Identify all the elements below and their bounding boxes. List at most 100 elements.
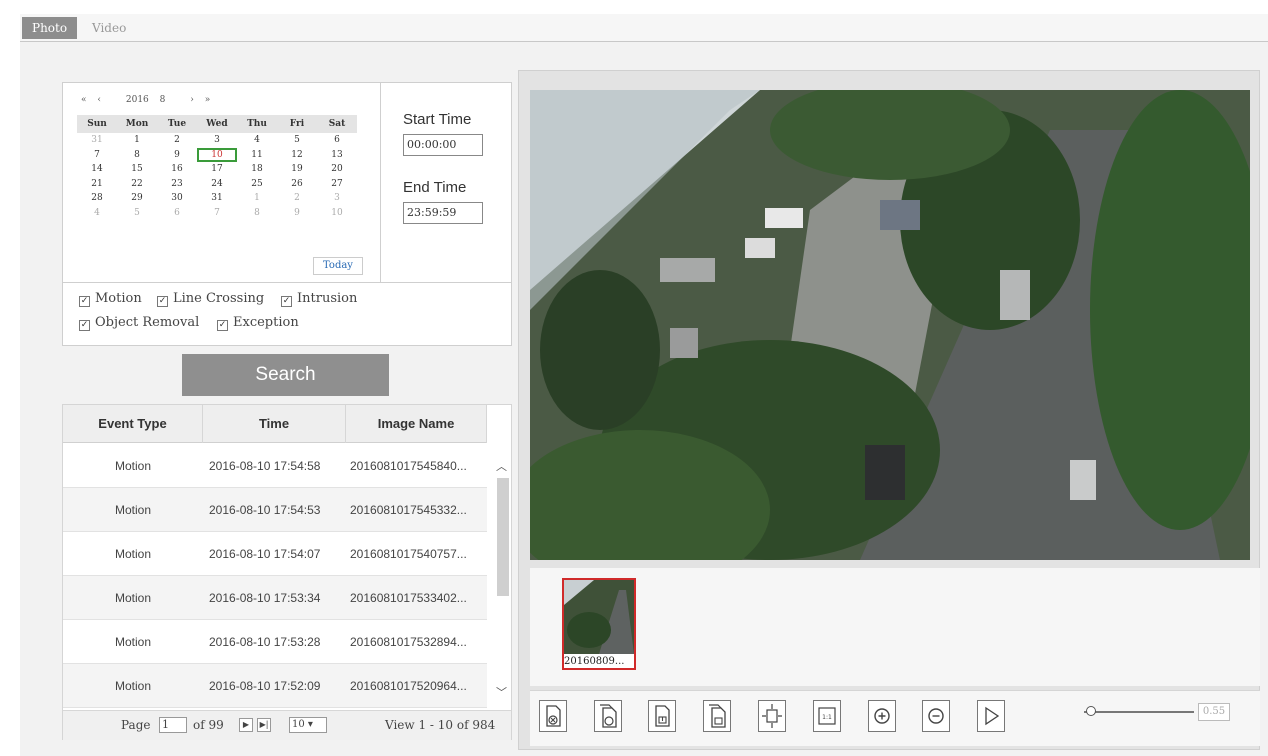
calendar-day[interactable]: 19 <box>277 162 317 177</box>
calendar-day[interactable]: 28 <box>77 191 117 206</box>
table-row[interactable]: Motion 2016-08-10 17:53:34 2016081017533… <box>63 576 487 620</box>
calendar-header: « ‹ 2016 8 › » <box>81 95 218 105</box>
calendar-day[interactable]: 3 <box>197 133 237 148</box>
per-page-select[interactable]: 10 ▾ <box>289 717 327 733</box>
cell-image-name: 2016081017545840... <box>350 459 467 473</box>
zoom-slider-handle[interactable] <box>1086 706 1096 716</box>
table-row[interactable]: Motion 2016-08-10 17:54:07 2016081017540… <box>63 532 487 576</box>
calendar-day[interactable]: 7 <box>77 148 117 163</box>
close-all-icon[interactable] <box>594 700 622 732</box>
calendar-day[interactable]: 29 <box>117 191 157 206</box>
next-month-icon[interactable]: › <box>190 95 194 105</box>
calendar-day[interactable]: 11 <box>237 148 277 163</box>
calendar-day[interactable]: 3 <box>317 191 357 206</box>
calendar-day[interactable]: 6 <box>157 206 197 221</box>
calendar-day[interactable]: 9 <box>277 206 317 221</box>
save-icon[interactable] <box>648 700 676 732</box>
tab-photo[interactable]: Photo <box>22 17 78 39</box>
column-event-type[interactable]: Event Type <box>63 405 203 443</box>
prev-month-icon[interactable]: ‹ <box>97 95 101 105</box>
page-input[interactable]: 1 <box>159 717 187 733</box>
chevron-up-icon[interactable]: ︿ <box>496 458 507 474</box>
column-time[interactable]: Time <box>203 405 346 443</box>
calendar-day[interactable]: 5 <box>277 133 317 148</box>
table-row[interactable]: Motion 2016-08-10 17:54:53 2016081017545… <box>63 488 487 532</box>
chevron-down-icon[interactable]: ﹀ <box>496 684 507 700</box>
thumbnail-item[interactable]: 20160809... <box>562 578 636 670</box>
calendar-day[interactable]: 15 <box>117 162 157 177</box>
start-time-input[interactable]: 00:00:00 <box>403 134 483 156</box>
calendar-day[interactable]: 16 <box>157 162 197 177</box>
parking-lot-photo <box>530 90 1250 560</box>
calendar-day[interactable]: 24 <box>197 177 237 192</box>
calendar-day[interactable]: 31 <box>77 133 117 148</box>
filter-line-crossing[interactable]: ✓ Line Crossing <box>157 291 264 307</box>
prev-year-icon[interactable]: « <box>81 95 87 105</box>
calendar-day[interactable]: 1 <box>237 191 277 206</box>
table-scrollbar[interactable]: ︿ ﹀ <box>493 444 511 710</box>
last-page-icon[interactable]: ▶| <box>257 718 271 732</box>
calendar-day[interactable]: 10 <box>197 147 237 162</box>
next-page-icon[interactable]: ▶ <box>239 718 253 732</box>
calendar-day[interactable]: 9 <box>157 148 197 163</box>
weekday-header: Mon <box>117 115 157 133</box>
calendar-day[interactable]: 4 <box>237 133 277 148</box>
calendar-day[interactable]: 8 <box>117 148 157 163</box>
time-range: Start Time 00:00:00 End Time 23:59:59 <box>381 83 511 283</box>
calendar-day[interactable]: 26 <box>277 177 317 192</box>
checkbox-icon[interactable]: ✓ <box>157 296 168 307</box>
zoom-slider[interactable] <box>1084 711 1194 713</box>
checkbox-icon[interactable]: ✓ <box>79 296 90 307</box>
calendar-day[interactable]: 27 <box>317 177 357 192</box>
save-all-icon[interactable] <box>703 700 731 732</box>
calendar-day[interactable]: 2 <box>277 191 317 206</box>
checkbox-icon[interactable]: ✓ <box>217 320 228 331</box>
table-row[interactable]: Motion 2016-08-10 17:52:09 2016081017520… <box>63 664 487 708</box>
tab-video[interactable]: Video <box>82 17 136 39</box>
calendar-day[interactable]: 12 <box>277 148 317 163</box>
zoom-out-icon[interactable] <box>922 700 950 732</box>
scrollbar-thumb[interactable] <box>497 478 509 596</box>
calendar-day[interactable]: 6 <box>317 133 357 148</box>
search-button[interactable]: Search <box>182 354 389 396</box>
calendar-day[interactable]: 20 <box>317 162 357 177</box>
calendar-day[interactable]: 25 <box>237 177 277 192</box>
calendar-day[interactable]: 14 <box>77 162 117 177</box>
filter-intrusion[interactable]: ✓ Intrusion <box>281 291 357 307</box>
calendar-day[interactable]: 22 <box>117 177 157 192</box>
original-size-icon[interactable]: 1:1 <box>813 700 841 732</box>
calendar-day[interactable]: 31 <box>197 191 237 206</box>
next-year-icon[interactable]: » <box>205 95 211 105</box>
calendar-day[interactable]: 1 <box>117 133 157 148</box>
calendar-day[interactable]: 5 <box>117 206 157 221</box>
calendar-day[interactable]: 4 <box>77 206 117 221</box>
table-row[interactable]: Motion 2016-08-10 17:54:58 2016081017545… <box>63 444 487 488</box>
fit-window-icon[interactable] <box>758 700 786 732</box>
filter-exception[interactable]: ✓ Exception <box>217 315 299 331</box>
end-time-input[interactable]: 23:59:59 <box>403 202 483 224</box>
calendar-day[interactable]: 30 <box>157 191 197 206</box>
calendar-day[interactable]: 21 <box>77 177 117 192</box>
column-image-name[interactable]: Image Name <box>346 405 487 443</box>
checkbox-icon[interactable]: ✓ <box>281 296 292 307</box>
calendar-day[interactable]: 7 <box>197 206 237 221</box>
filter-object-removal[interactable]: ✓ Object Removal <box>79 315 199 331</box>
weekday-header: Wed <box>197 115 237 133</box>
filter-motion[interactable]: ✓ Motion <box>79 291 142 307</box>
calendar-day[interactable]: 18 <box>237 162 277 177</box>
calendar-day[interactable]: 13 <box>317 148 357 163</box>
calendar-grid: Sun Mon Tue Wed Thu Fri Sat 31 1 2 3 4 5 6 7 8 9 10 11 12 1… <box>77 115 357 220</box>
calendar-day[interactable]: 8 <box>237 206 277 221</box>
play-icon[interactable] <box>977 700 1005 732</box>
calendar-day[interactable]: 23 <box>157 177 197 192</box>
calendar-day[interactable]: 17 <box>197 162 237 177</box>
table-row[interactable]: Motion 2016-08-10 17:53:28 2016081017532… <box>63 620 487 664</box>
close-file-icon[interactable] <box>539 700 567 732</box>
zoom-in-icon[interactable] <box>868 700 896 732</box>
checkbox-icon[interactable]: ✓ <box>79 320 90 331</box>
today-button[interactable]: Today <box>313 257 363 275</box>
snapshot-image[interactable] <box>530 90 1250 560</box>
calendar-day[interactable]: 10 <box>317 206 357 221</box>
filter-label: Line Crossing <box>173 291 265 306</box>
calendar-day[interactable]: 2 <box>157 133 197 148</box>
